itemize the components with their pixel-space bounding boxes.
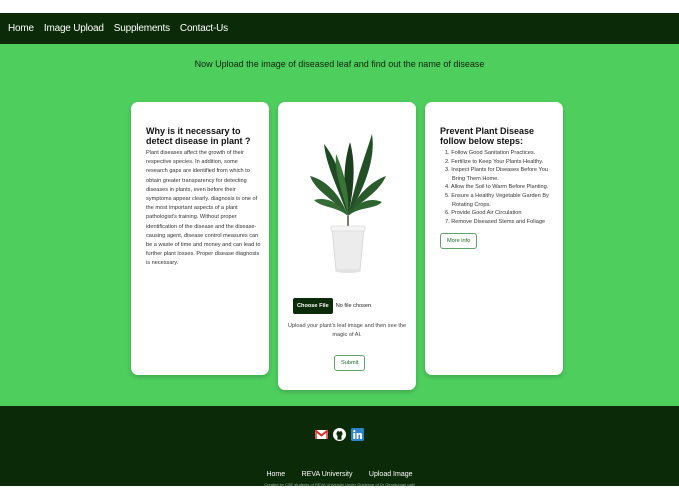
nav-supplements-link[interactable]: Supplements <box>114 23 170 34</box>
list-item: 7. Remove Diseased Stems and Foliage <box>445 218 546 225</box>
nav-contact-us-link[interactable]: Contact-Us <box>180 23 228 34</box>
footer-links: Home REVA University Upload Image <box>0 463 679 481</box>
list-item: 3. Inspect Plants for Diseases Before Yo… <box>445 167 548 182</box>
footer: Home REVA University Upload Image Create… <box>0 406 679 487</box>
nav-image-upload-link[interactable]: Image Upload <box>44 23 104 34</box>
page-headline: Now Upload the image of diseased leaf an… <box>194 59 485 69</box>
file-input-row: Choose File No file chosen <box>293 298 371 314</box>
no-file-chosen-text: No file chosen <box>335 303 372 309</box>
upload-card: Choose File No file chosen Upload your p… <box>278 102 416 390</box>
prevention-steps-list: 1. Follow Good Sanitation Practices. 2. … <box>440 149 557 226</box>
prevent-disease-card: Prevent Plant Disease follow below steps… <box>425 102 563 375</box>
footer-credit-text: Created by CSE students of REVA Universi… <box>264 482 415 487</box>
why-detect-text: Plant diseases affect the growth of thei… <box>146 150 261 267</box>
main-section: Now Upload the image of diseased leaf an… <box>0 44 679 406</box>
why-detect-card: Why is it necessary to detect disease in… <box>131 102 269 375</box>
choose-file-button[interactable]: Choose File <box>293 298 333 314</box>
footer-home-link[interactable]: Home <box>266 471 285 478</box>
submit-button[interactable]: Submit <box>334 355 366 371</box>
footer-reva-university-link[interactable]: REVA University <box>302 471 353 478</box>
list-item: 2. Fertilize to Keep Your Plants Healthy… <box>445 158 544 165</box>
prevent-disease-title: Prevent Plant Disease follow below steps… <box>440 126 535 146</box>
gmail-icon[interactable] <box>315 428 328 441</box>
navbar: Home Image Upload Supplements Contact-Us <box>0 13 679 44</box>
page: Home Image Upload Supplements Contact-Us… <box>0 0 679 491</box>
why-detect-title: Why is it necessary to detect disease in… <box>146 126 251 146</box>
social-icons <box>0 428 679 441</box>
footer-upload-image-link[interactable]: Upload Image <box>369 471 413 478</box>
upload-hint-text: Upload your plant's leaf image and then … <box>287 323 407 338</box>
list-item: 1. Follow Good Sanitation Practices. <box>445 150 536 156</box>
github-icon[interactable] <box>333 428 346 441</box>
plant-image <box>310 134 386 273</box>
list-item: 5. Ensure a Healthy Vegetable Garden By … <box>445 192 549 208</box>
more-info-button[interactable]: More info <box>440 233 478 250</box>
list-item: 6. Provide Good Air Circulation <box>445 210 522 217</box>
list-item: 4. Allow the Soil to Warm Before Plantin… <box>445 184 549 191</box>
nav-home-link[interactable]: Home <box>8 23 34 34</box>
linkedin-icon[interactable] <box>351 428 364 441</box>
